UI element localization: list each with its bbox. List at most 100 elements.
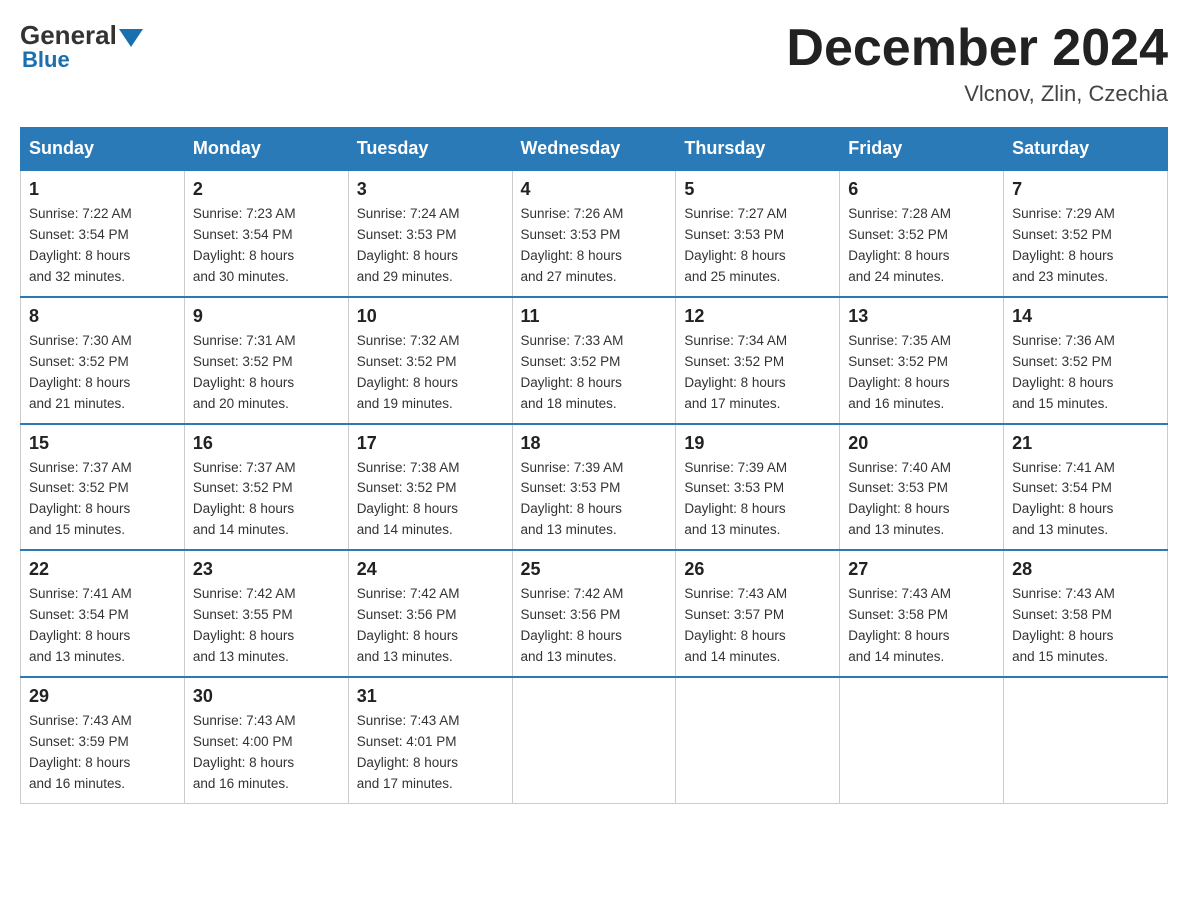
calendar-cell: 5Sunrise: 7:27 AMSunset: 3:53 PMDaylight… (676, 170, 840, 297)
day-number: 7 (1012, 179, 1159, 200)
day-info: Sunrise: 7:40 AMSunset: 3:53 PMDaylight:… (848, 458, 995, 542)
day-number: 17 (357, 433, 504, 454)
day-number: 25 (521, 559, 668, 580)
calendar-cell: 28Sunrise: 7:43 AMSunset: 3:58 PMDayligh… (1004, 550, 1168, 677)
day-info: Sunrise: 7:37 AMSunset: 3:52 PMDaylight:… (193, 458, 340, 542)
day-header-saturday: Saturday (1004, 128, 1168, 171)
calendar-cell (512, 677, 676, 803)
logo-triangle-icon (119, 29, 143, 47)
day-number: 11 (521, 306, 668, 327)
calendar-cell: 15 Sunrise: 7:37 AMSunset: 3:52 PMDayligh… (21, 424, 185, 551)
day-number: 30 (193, 686, 340, 707)
calendar-cell (676, 677, 840, 803)
day-number: 16 (193, 433, 340, 454)
calendar-cell: 27 Sunrise: 7:43 AMSunset: 3:58 PMDayligh… (840, 550, 1004, 677)
calendar-cell: 26Sunrise: 7:43 AMSunset: 3:57 PMDayligh… (676, 550, 840, 677)
day-number: 23 (193, 559, 340, 580)
calendar-table: SundayMondayTuesdayWednesdayThursdayFrid… (20, 127, 1168, 803)
day-info: Sunrise: 7:33 AMSunset: 3:52 PMDaylight:… (521, 331, 668, 415)
calendar-cell: 7 Sunrise: 7:29 AMSunset: 3:52 PMDaylight… (1004, 170, 1168, 297)
calendar-cell: 16 Sunrise: 7:37 AMSunset: 3:52 PMDayligh… (184, 424, 348, 551)
day-number: 3 (357, 179, 504, 200)
day-header-friday: Friday (840, 128, 1004, 171)
day-header-thursday: Thursday (676, 128, 840, 171)
day-header-row: SundayMondayTuesdayWednesdayThursdayFrid… (21, 128, 1168, 171)
day-info: Sunrise: 7:23 AMSunset: 3:54 PMDaylight:… (193, 204, 340, 288)
day-info: Sunrise: 7:31 AMSunset: 3:52 PMDaylight:… (193, 331, 340, 415)
calendar-body: 1 Sunrise: 7:22 AMSunset: 3:54 PMDaylight… (21, 170, 1168, 803)
day-number: 13 (848, 306, 995, 327)
day-number: 1 (29, 179, 176, 200)
day-info: Sunrise: 7:43 AMSunset: 4:00 PMDaylight:… (193, 711, 340, 795)
day-number: 18 (521, 433, 668, 454)
calendar-week-4: 22 Sunrise: 7:41 AMSunset: 3:54 PMDayligh… (21, 550, 1168, 677)
day-info: Sunrise: 7:22 AMSunset: 3:54 PMDaylight:… (29, 204, 176, 288)
calendar-cell: 25 Sunrise: 7:42 AMSunset: 3:56 PMDayligh… (512, 550, 676, 677)
day-info: Sunrise: 7:34 AMSunset: 3:52 PMDaylight:… (684, 331, 831, 415)
day-info: Sunrise: 7:26 AMSunset: 3:53 PMDaylight:… (521, 204, 668, 288)
day-number: 8 (29, 306, 176, 327)
day-info: Sunrise: 7:37 AMSunset: 3:52 PMDaylight:… (29, 458, 176, 542)
day-number: 2 (193, 179, 340, 200)
day-info: Sunrise: 7:41 AMSunset: 3:54 PMDaylight:… (29, 584, 176, 668)
day-number: 29 (29, 686, 176, 707)
day-info: Sunrise: 7:42 AMSunset: 3:56 PMDaylight:… (521, 584, 668, 668)
day-number: 6 (848, 179, 995, 200)
day-info: Sunrise: 7:43 AMSunset: 4:01 PMDaylight:… (357, 711, 504, 795)
calendar-cell: 9 Sunrise: 7:31 AMSunset: 3:52 PMDaylight… (184, 297, 348, 424)
day-number: 19 (684, 433, 831, 454)
day-number: 20 (848, 433, 995, 454)
calendar-week-1: 1 Sunrise: 7:22 AMSunset: 3:54 PMDaylight… (21, 170, 1168, 297)
day-number: 12 (684, 306, 831, 327)
day-header-sunday: Sunday (21, 128, 185, 171)
day-number: 24 (357, 559, 504, 580)
calendar-cell (1004, 677, 1168, 803)
day-header-tuesday: Tuesday (348, 128, 512, 171)
calendar-cell: 31Sunrise: 7:43 AMSunset: 4:01 PMDayligh… (348, 677, 512, 803)
calendar-cell: 30 Sunrise: 7:43 AMSunset: 4:00 PMDayligh… (184, 677, 348, 803)
day-info: Sunrise: 7:24 AMSunset: 3:53 PMDaylight:… (357, 204, 504, 288)
calendar-cell: 17Sunrise: 7:38 AMSunset: 3:52 PMDayligh… (348, 424, 512, 551)
day-info: Sunrise: 7:42 AMSunset: 3:56 PMDaylight:… (357, 584, 504, 668)
calendar-cell: 22 Sunrise: 7:41 AMSunset: 3:54 PMDayligh… (21, 550, 185, 677)
day-info: Sunrise: 7:29 AMSunset: 3:52 PMDaylight:… (1012, 204, 1159, 288)
day-info: Sunrise: 7:39 AMSunset: 3:53 PMDaylight:… (684, 458, 831, 542)
day-info: Sunrise: 7:39 AMSunset: 3:53 PMDaylight:… (521, 458, 668, 542)
title-block: December 2024 Vlcnov, Zlin, Czechia (786, 20, 1168, 107)
page-header: General Blue December 2024 Vlcnov, Zlin,… (20, 20, 1168, 107)
calendar-cell: 14Sunrise: 7:36 AMSunset: 3:52 PMDayligh… (1004, 297, 1168, 424)
calendar-cell (840, 677, 1004, 803)
day-info: Sunrise: 7:32 AMSunset: 3:52 PMDaylight:… (357, 331, 504, 415)
day-number: 21 (1012, 433, 1159, 454)
calendar-cell: 3 Sunrise: 7:24 AMSunset: 3:53 PMDaylight… (348, 170, 512, 297)
logo: General Blue (20, 20, 143, 73)
calendar-cell: 1 Sunrise: 7:22 AMSunset: 3:54 PMDaylight… (21, 170, 185, 297)
calendar-cell: 6Sunrise: 7:28 AMSunset: 3:52 PMDaylight… (840, 170, 1004, 297)
day-info: Sunrise: 7:41 AMSunset: 3:54 PMDaylight:… (1012, 458, 1159, 542)
day-info: Sunrise: 7:35 AMSunset: 3:52 PMDaylight:… (848, 331, 995, 415)
day-info: Sunrise: 7:42 AMSunset: 3:55 PMDaylight:… (193, 584, 340, 668)
day-header-monday: Monday (184, 128, 348, 171)
month-title: December 2024 (786, 20, 1168, 77)
calendar-cell: 13 Sunrise: 7:35 AMSunset: 3:52 PMDayligh… (840, 297, 1004, 424)
day-number: 4 (521, 179, 668, 200)
calendar-cell: 11 Sunrise: 7:33 AMSunset: 3:52 PMDayligh… (512, 297, 676, 424)
day-number: 22 (29, 559, 176, 580)
day-number: 14 (1012, 306, 1159, 327)
calendar-cell: 10Sunrise: 7:32 AMSunset: 3:52 PMDayligh… (348, 297, 512, 424)
calendar-cell: 8Sunrise: 7:30 AMSunset: 3:52 PMDaylight… (21, 297, 185, 424)
day-number: 15 (29, 433, 176, 454)
day-info: Sunrise: 7:43 AMSunset: 3:59 PMDaylight:… (29, 711, 176, 795)
day-number: 9 (193, 306, 340, 327)
day-info: Sunrise: 7:43 AMSunset: 3:58 PMDaylight:… (848, 584, 995, 668)
day-info: Sunrise: 7:27 AMSunset: 3:53 PMDaylight:… (684, 204, 831, 288)
calendar-cell: 21 Sunrise: 7:41 AMSunset: 3:54 PMDayligh… (1004, 424, 1168, 551)
calendar-cell: 4 Sunrise: 7:26 AMSunset: 3:53 PMDaylight… (512, 170, 676, 297)
calendar-cell: 12 Sunrise: 7:34 AMSunset: 3:52 PMDayligh… (676, 297, 840, 424)
calendar-cell: 29 Sunrise: 7:43 AMSunset: 3:59 PMDayligh… (21, 677, 185, 803)
calendar-cell: 2 Sunrise: 7:23 AMSunset: 3:54 PMDaylight… (184, 170, 348, 297)
calendar-cell: 23 Sunrise: 7:42 AMSunset: 3:55 PMDayligh… (184, 550, 348, 677)
day-number: 27 (848, 559, 995, 580)
calendar-week-5: 29 Sunrise: 7:43 AMSunset: 3:59 PMDayligh… (21, 677, 1168, 803)
calendar-header: SundayMondayTuesdayWednesdayThursdayFrid… (21, 128, 1168, 171)
